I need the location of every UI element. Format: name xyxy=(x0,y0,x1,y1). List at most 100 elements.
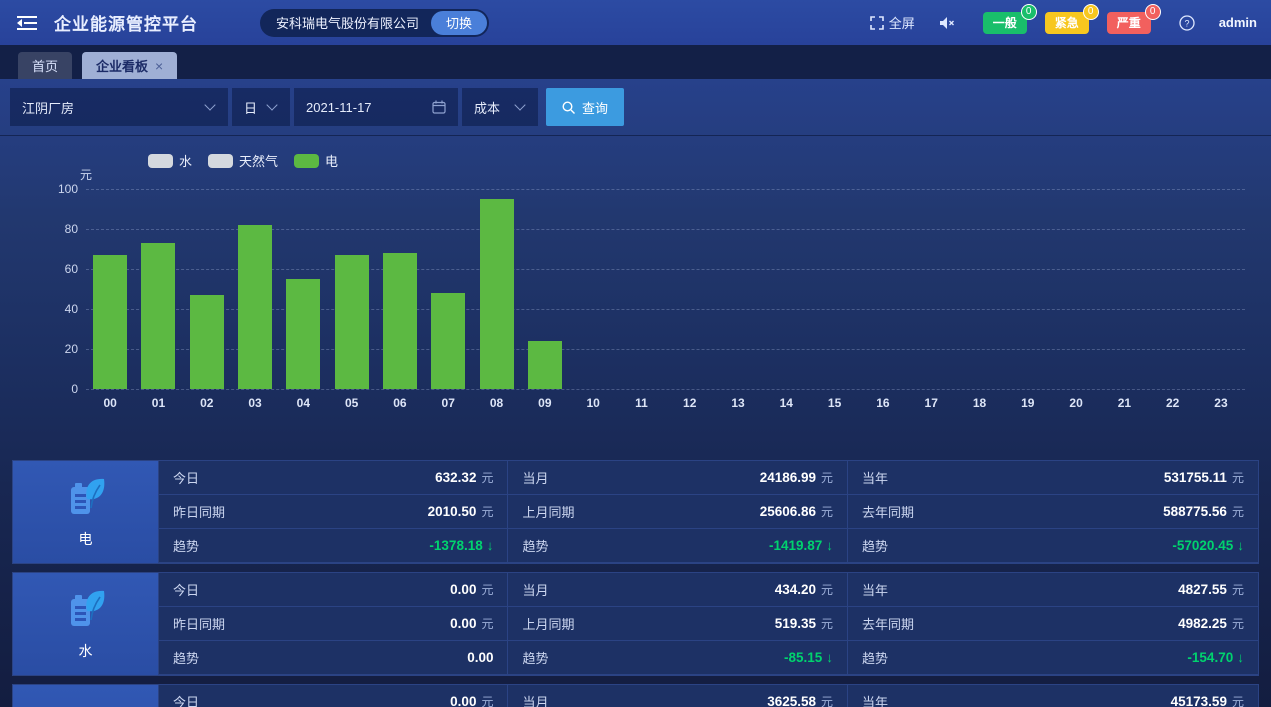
bar-slot: 18 xyxy=(955,189,1003,411)
bar-slot: 07 xyxy=(424,189,472,411)
speaker-mute-icon xyxy=(939,16,955,30)
bar[interactable] xyxy=(93,255,127,389)
bar-slot: 04 xyxy=(279,189,327,411)
energy-row-3: 今日 0.00元 当月 3625.58元 当年 45173.59元 xyxy=(12,684,1259,707)
alarm-badge-critical[interactable]: 严重 0 xyxy=(1107,12,1151,34)
trend-cell: 趋势 -154.70↓ xyxy=(848,641,1258,675)
legend-item-water[interactable]: 水 xyxy=(148,151,192,170)
tab-close-icon[interactable]: × xyxy=(155,59,163,73)
energy-icon-tile: 电 xyxy=(13,461,159,563)
chart-legend: 水 天然气 电 xyxy=(148,151,338,170)
x-axis-label: 21 xyxy=(1100,389,1148,411)
bar[interactable] xyxy=(190,295,224,389)
trend-cell: 趋势 -57020.45↓ xyxy=(848,529,1258,563)
legend-item-electricity[interactable]: 电 xyxy=(294,151,338,170)
help-icon: ? xyxy=(1179,15,1195,31)
switch-company-button[interactable]: 切换 xyxy=(431,11,487,35)
metric-cell: 今日 632.32元 xyxy=(159,461,508,495)
y-axis-tick: 60 xyxy=(0,261,78,277)
bar[interactable] xyxy=(383,253,417,389)
bar-slot: 14 xyxy=(762,189,810,411)
tab-home[interactable]: 首页 xyxy=(18,52,72,79)
bar-slot: 13 xyxy=(714,189,762,411)
metric-cell: 去年同期 588775.56元 xyxy=(848,495,1258,529)
metric-cell: 今日 0.00元 xyxy=(159,573,508,607)
filter-bar: 江阴厂房 日 2021-11-17 成本 查询 xyxy=(0,79,1271,136)
bar-slot: 01 xyxy=(134,189,182,411)
y-axis-tick: 40 xyxy=(0,301,78,317)
company-selector: 安科瑞电气股份有限公司 切换 xyxy=(260,9,489,37)
x-axis-label: 04 xyxy=(279,389,327,411)
battery-leaf-icon xyxy=(62,587,110,633)
bar[interactable] xyxy=(431,293,465,389)
energy-label: 电 xyxy=(79,529,93,549)
trend-cell: 趋势 -85.15↓ xyxy=(508,641,848,675)
fullscreen-icon xyxy=(870,16,884,30)
x-axis-label: 11 xyxy=(617,389,665,411)
metric-cell: 上月同期 519.35元 xyxy=(508,607,848,641)
site-select[interactable]: 江阴厂房 xyxy=(10,88,228,126)
x-axis-label: 19 xyxy=(1004,389,1052,411)
y-axis-tick: 100 xyxy=(0,181,78,197)
trend-down-icon: ↓ xyxy=(826,538,833,553)
user-name[interactable]: admin xyxy=(1219,15,1257,30)
fullscreen-button[interactable]: 全屏 xyxy=(870,13,915,32)
legend-swatch xyxy=(294,154,319,168)
metric-cell: 当年 45173.59元 xyxy=(848,685,1258,707)
x-axis-label: 07 xyxy=(424,389,472,411)
bar-slot: 09 xyxy=(521,189,569,411)
x-axis-label: 17 xyxy=(907,389,955,411)
chevron-down-icon xyxy=(266,99,277,110)
metric-cell: 当年 4827.55元 xyxy=(848,573,1258,607)
svg-text:?: ? xyxy=(1184,18,1189,28)
company-name: 安科瑞电气股份有限公司 xyxy=(276,13,419,32)
alarm-badge-urgent[interactable]: 紧急 0 xyxy=(1045,12,1089,34)
bar[interactable] xyxy=(141,243,175,389)
bar-slot: 10 xyxy=(569,189,617,411)
trend-down-icon: ↓ xyxy=(487,538,494,553)
bar[interactable] xyxy=(480,199,514,389)
calendar-icon xyxy=(432,100,446,114)
collapse-menu-icon[interactable] xyxy=(14,10,40,36)
energy-tables: 电 今日 632.32元 当月 24186.99元 当年 531755.11元 … xyxy=(0,446,1271,707)
metric-grid: 今日 0.00元 当月 434.20元 当年 4827.55元 昨日同期 0.0… xyxy=(159,573,1258,675)
x-axis-label: 15 xyxy=(810,389,858,411)
bar-slot: 00 xyxy=(86,189,134,411)
y-axis-tick: 80 xyxy=(0,221,78,237)
bar[interactable] xyxy=(528,341,562,389)
metric-cell: 当月 3625.58元 xyxy=(508,685,848,707)
metric-select[interactable]: 成本 xyxy=(462,88,538,126)
x-axis-label: 00 xyxy=(86,389,134,411)
x-axis-label: 23 xyxy=(1197,389,1245,411)
bar-slot: 11 xyxy=(617,189,665,411)
metric-cell: 去年同期 4982.25元 xyxy=(848,607,1258,641)
metric-grid: 今日 632.32元 当月 24186.99元 当年 531755.11元 昨日… xyxy=(159,461,1258,563)
bar[interactable] xyxy=(238,225,272,389)
trend-cell: 趋势 -1378.18↓ xyxy=(159,529,508,563)
mute-button[interactable] xyxy=(939,16,955,30)
alarm-count-bubble: 0 xyxy=(1145,4,1161,20)
bar[interactable] xyxy=(335,255,369,389)
energy-row-water: 水 今日 0.00元 当月 434.20元 当年 4827.55元 昨日同期 0… xyxy=(12,572,1259,676)
x-axis-label: 16 xyxy=(859,389,907,411)
y-axis-unit: 元 xyxy=(80,166,92,183)
date-picker[interactable]: 2021-11-17 xyxy=(294,88,458,126)
trend-down-icon: ↓ xyxy=(826,650,833,665)
alarm-badge-general[interactable]: 一般 0 xyxy=(983,12,1027,34)
trend-cell: 趋势 0.00↓ xyxy=(159,641,508,675)
period-select[interactable]: 日 xyxy=(232,88,290,126)
metric-cell: 昨日同期 2010.50元 xyxy=(159,495,508,529)
bar-slot: 17 xyxy=(907,189,955,411)
search-button[interactable]: 查询 xyxy=(546,88,624,126)
battery-leaf-icon xyxy=(62,475,110,521)
help-button[interactable]: ? xyxy=(1179,15,1195,31)
alarm-count-bubble: 0 xyxy=(1083,4,1099,20)
bar[interactable] xyxy=(286,279,320,389)
x-axis-label: 14 xyxy=(762,389,810,411)
metric-cell: 当月 434.20元 xyxy=(508,573,848,607)
bar-slot: 22 xyxy=(1149,189,1197,411)
tab-dashboard[interactable]: 企业看板 × xyxy=(82,52,177,79)
legend-item-gas[interactable]: 天然气 xyxy=(208,151,278,170)
search-icon xyxy=(562,101,575,114)
bar-chart: 水 天然气 电 元 020406080100 00010203040506070… xyxy=(0,136,1271,446)
